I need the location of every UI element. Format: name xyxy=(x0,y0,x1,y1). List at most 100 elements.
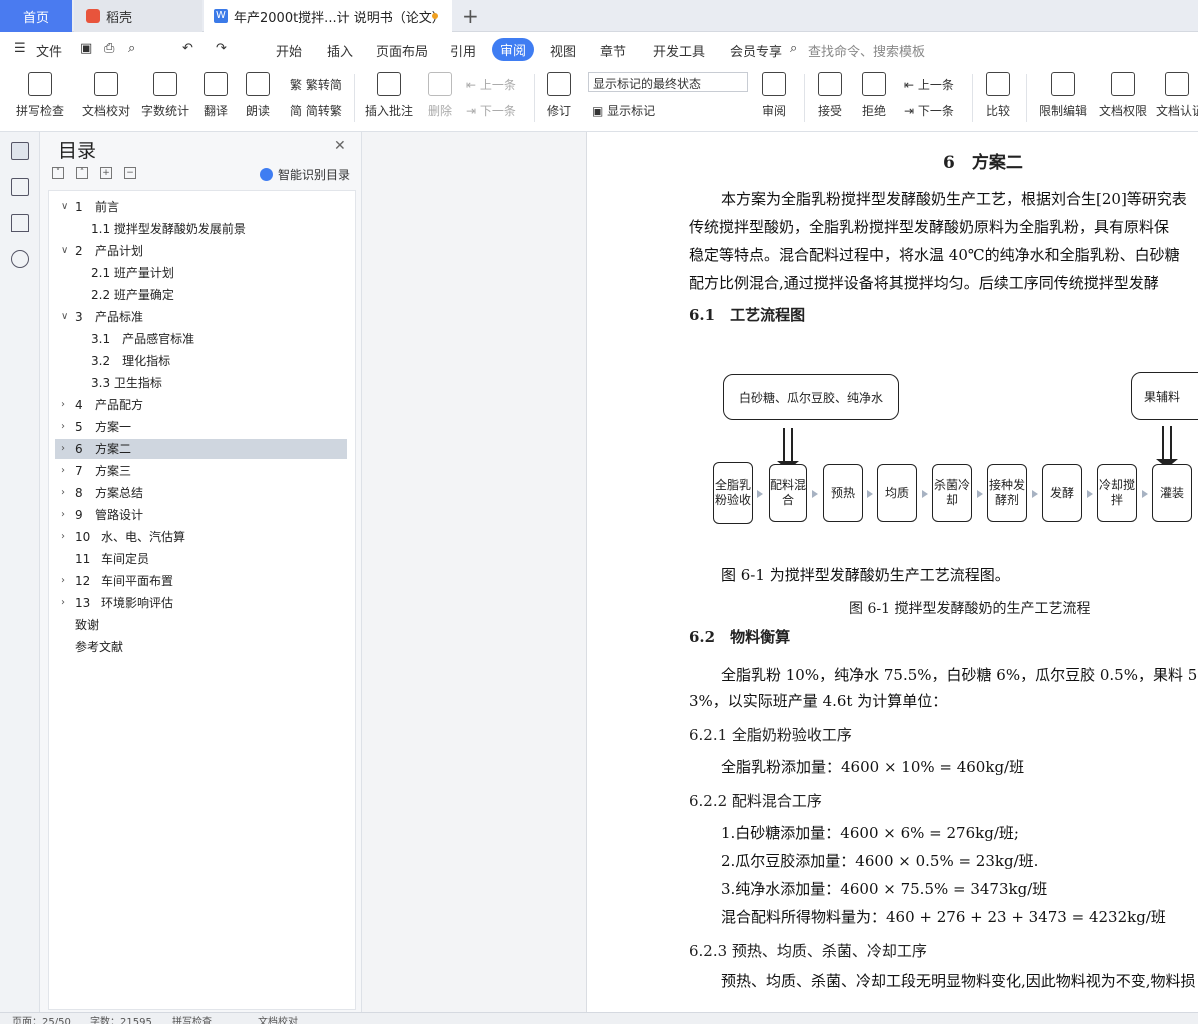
toc-item[interactable]: 致谢 xyxy=(49,615,349,635)
toc-item[interactable]: › 7 方案三 xyxy=(49,461,349,481)
delete-comment-button[interactable]: 删除 xyxy=(420,72,460,119)
toc-item-number: 11 xyxy=(75,552,91,566)
chevron-right-icon[interactable]: › xyxy=(61,571,65,591)
chevron-right-icon[interactable]: › xyxy=(61,439,65,459)
menu-chapter[interactable]: 章节 xyxy=(600,41,626,60)
find-icon[interactable] xyxy=(11,250,29,268)
tab-daoke-label: 稻壳 xyxy=(106,10,133,26)
close-icon[interactable]: ✕ xyxy=(334,138,346,154)
word-count-button[interactable]: 字数统计 xyxy=(138,72,192,119)
review-ribbon: 拼写检查 文档校对 字数统计 翻译 朗读 繁 繁转简 简 简转繁 插入批注 删除… xyxy=(0,66,1198,132)
word-count-indicator[interactable]: 字数：21595 xyxy=(90,1013,152,1024)
toc-item[interactable]: › 9 管路设计 xyxy=(49,505,349,525)
trad-to-simp-button[interactable]: 繁 繁转简 xyxy=(290,76,342,93)
undo-icon[interactable]: ↶ xyxy=(182,41,193,56)
menu-layout[interactable]: 页面布局 xyxy=(376,41,428,60)
collapse-all-icon[interactable]: ˅ xyxy=(52,167,64,179)
menu-file[interactable]: 文件 xyxy=(36,41,62,60)
prev-change-button[interactable]: ⇤ 上一条 xyxy=(904,76,954,93)
toc-item[interactable]: 3.3 卫生指标 xyxy=(49,373,349,393)
menu-member[interactable]: 会员专享 xyxy=(730,41,782,60)
toc-item[interactable]: › 13 环境影响评估 xyxy=(49,593,349,613)
tab-home[interactable]: 首页 xyxy=(0,0,72,32)
next-change-button[interactable]: ⇥ 下一条 xyxy=(904,102,954,119)
toc-item-number: 3 xyxy=(75,310,83,324)
show-markup-button[interactable]: ▣ 显示标记 xyxy=(592,102,655,119)
add-heading-icon[interactable]: + xyxy=(100,167,112,179)
read-aloud-button[interactable]: 朗读 xyxy=(240,72,276,119)
toc-item[interactable]: › 10 水、电、汽估算 xyxy=(49,527,349,547)
preview-icon[interactable]: ⌕ xyxy=(128,41,135,56)
proofread-button[interactable]: 文档校对 xyxy=(78,72,134,119)
restrict-edit-button[interactable]: 限制编辑 xyxy=(1036,72,1090,119)
accept-label: 接受 xyxy=(817,104,842,118)
track-changes-button[interactable]: 修订 xyxy=(540,72,578,119)
accept-button[interactable]: 接受 xyxy=(812,72,848,119)
expand-up-icon[interactable]: ˄ xyxy=(76,167,88,179)
toc-item[interactable]: › 4 产品配方 xyxy=(49,395,349,415)
toc-item[interactable]: › 8 方案总结 xyxy=(49,483,349,503)
next-comment-button[interactable]: ⇥ 下一条 xyxy=(466,102,516,119)
status-proofread[interactable]: 文档校对 xyxy=(258,1013,298,1024)
chevron-right-icon[interactable]: › xyxy=(61,461,65,481)
toc-item[interactable]: 11 车间定员 xyxy=(49,549,349,569)
remove-heading-icon[interactable]: − xyxy=(124,167,136,179)
chevron-right-icon[interactable]: › xyxy=(61,395,65,415)
chevron-right-icon[interactable]: › xyxy=(61,417,65,437)
menu-devtools[interactable]: 开发工具 xyxy=(653,41,705,60)
nav-panel-icon[interactable] xyxy=(11,178,29,196)
toc-item[interactable]: 2.2 班产量确定 xyxy=(49,285,349,305)
review-pane-button[interactable]: 审阅 xyxy=(756,72,792,119)
chevron-down-icon[interactable]: ∨ xyxy=(61,241,68,261)
status-spell-check[interactable]: 拼写检查 xyxy=(172,1013,212,1024)
compare-button[interactable]: 比较 xyxy=(980,72,1016,119)
chevron-right-icon[interactable]: › xyxy=(61,527,65,547)
new-tab-button[interactable]: + xyxy=(462,4,479,28)
toc-item[interactable]: 3.1 产品感官标准 xyxy=(49,329,349,349)
chevron-right-icon[interactable]: › xyxy=(61,505,65,525)
print-icon[interactable]: ⎙ xyxy=(104,41,114,56)
toc-item[interactable]: 2.1 班产量计划 xyxy=(49,263,349,283)
spell-check-button[interactable]: 拼写检查 xyxy=(10,72,70,119)
chevron-right-icon[interactable]: › xyxy=(61,483,65,503)
menu-start[interactable]: 开始 xyxy=(276,41,302,60)
doc-permission-button[interactable]: 文档权限 xyxy=(1096,72,1150,119)
hamburger-icon[interactable]: ☰ xyxy=(14,41,26,56)
flow-arrow-icon xyxy=(922,490,928,498)
redo-icon[interactable]: ↷ xyxy=(216,41,227,56)
insert-comment-button[interactable]: 插入批注 xyxy=(362,72,416,119)
toc-item[interactable]: 参考文献 xyxy=(49,637,349,657)
toc-item[interactable]: ∨ 1 前言 xyxy=(49,197,349,217)
toc-item[interactable]: 1.1 搅拌型发酵酸奶发展前景 xyxy=(49,219,349,239)
toc-item[interactable]: 3.2 理化指标 xyxy=(49,351,349,371)
chevron-right-icon[interactable]: › xyxy=(61,593,65,613)
toc-item[interactable]: › 5 方案一 xyxy=(49,417,349,437)
page-indicator[interactable]: 页面：25/50 xyxy=(12,1013,71,1024)
restrict-edit-label: 限制编辑 xyxy=(1038,104,1087,118)
markup-state-select[interactable]: 显示标记的最终状态 xyxy=(588,72,748,92)
read-aloud-icon xyxy=(246,72,270,96)
toc-item[interactable]: › 6 方案二 xyxy=(55,439,347,459)
menu-view[interactable]: 视图 xyxy=(550,41,576,60)
toc-item[interactable]: › 12 车间平面布置 xyxy=(49,571,349,591)
reject-button[interactable]: 拒绝 xyxy=(856,72,892,119)
menu-review[interactable]: 审阅 xyxy=(492,38,535,61)
chevron-down-icon[interactable]: ∨ xyxy=(61,307,68,327)
simp-to-trad-button[interactable]: 简 简转繁 xyxy=(290,102,342,119)
tab-document[interactable]: W 年产2000t搅拌...计 说明书（论文） xyxy=(204,0,452,32)
tab-daoke[interactable]: 稻壳 xyxy=(74,0,202,32)
menu-insert[interactable]: 插入 xyxy=(327,41,353,60)
prev-comment-button[interactable]: ⇤ 上一条 xyxy=(466,76,516,93)
menu-reference[interactable]: 引用 xyxy=(450,41,476,60)
flow-down-arrow-icon xyxy=(777,428,799,470)
toc-item[interactable]: ∨ 3 产品标准 xyxy=(49,307,349,327)
doc-certify-button[interactable]: 文档认证 xyxy=(1156,72,1198,119)
save-icon[interactable]: ▣ xyxy=(80,41,92,56)
toc-panel-icon[interactable] xyxy=(11,142,29,160)
translate-button[interactable]: 翻译 xyxy=(196,72,236,119)
toc-item[interactable]: ∨ 2 产品计划 xyxy=(49,241,349,261)
bookmark-icon[interactable] xyxy=(11,214,29,232)
chevron-down-icon[interactable]: ∨ xyxy=(61,197,68,217)
smart-toc-button[interactable]: 智能识别目录 xyxy=(260,166,350,183)
command-search-input[interactable]: 查找命令、搜索模板 xyxy=(808,41,925,60)
